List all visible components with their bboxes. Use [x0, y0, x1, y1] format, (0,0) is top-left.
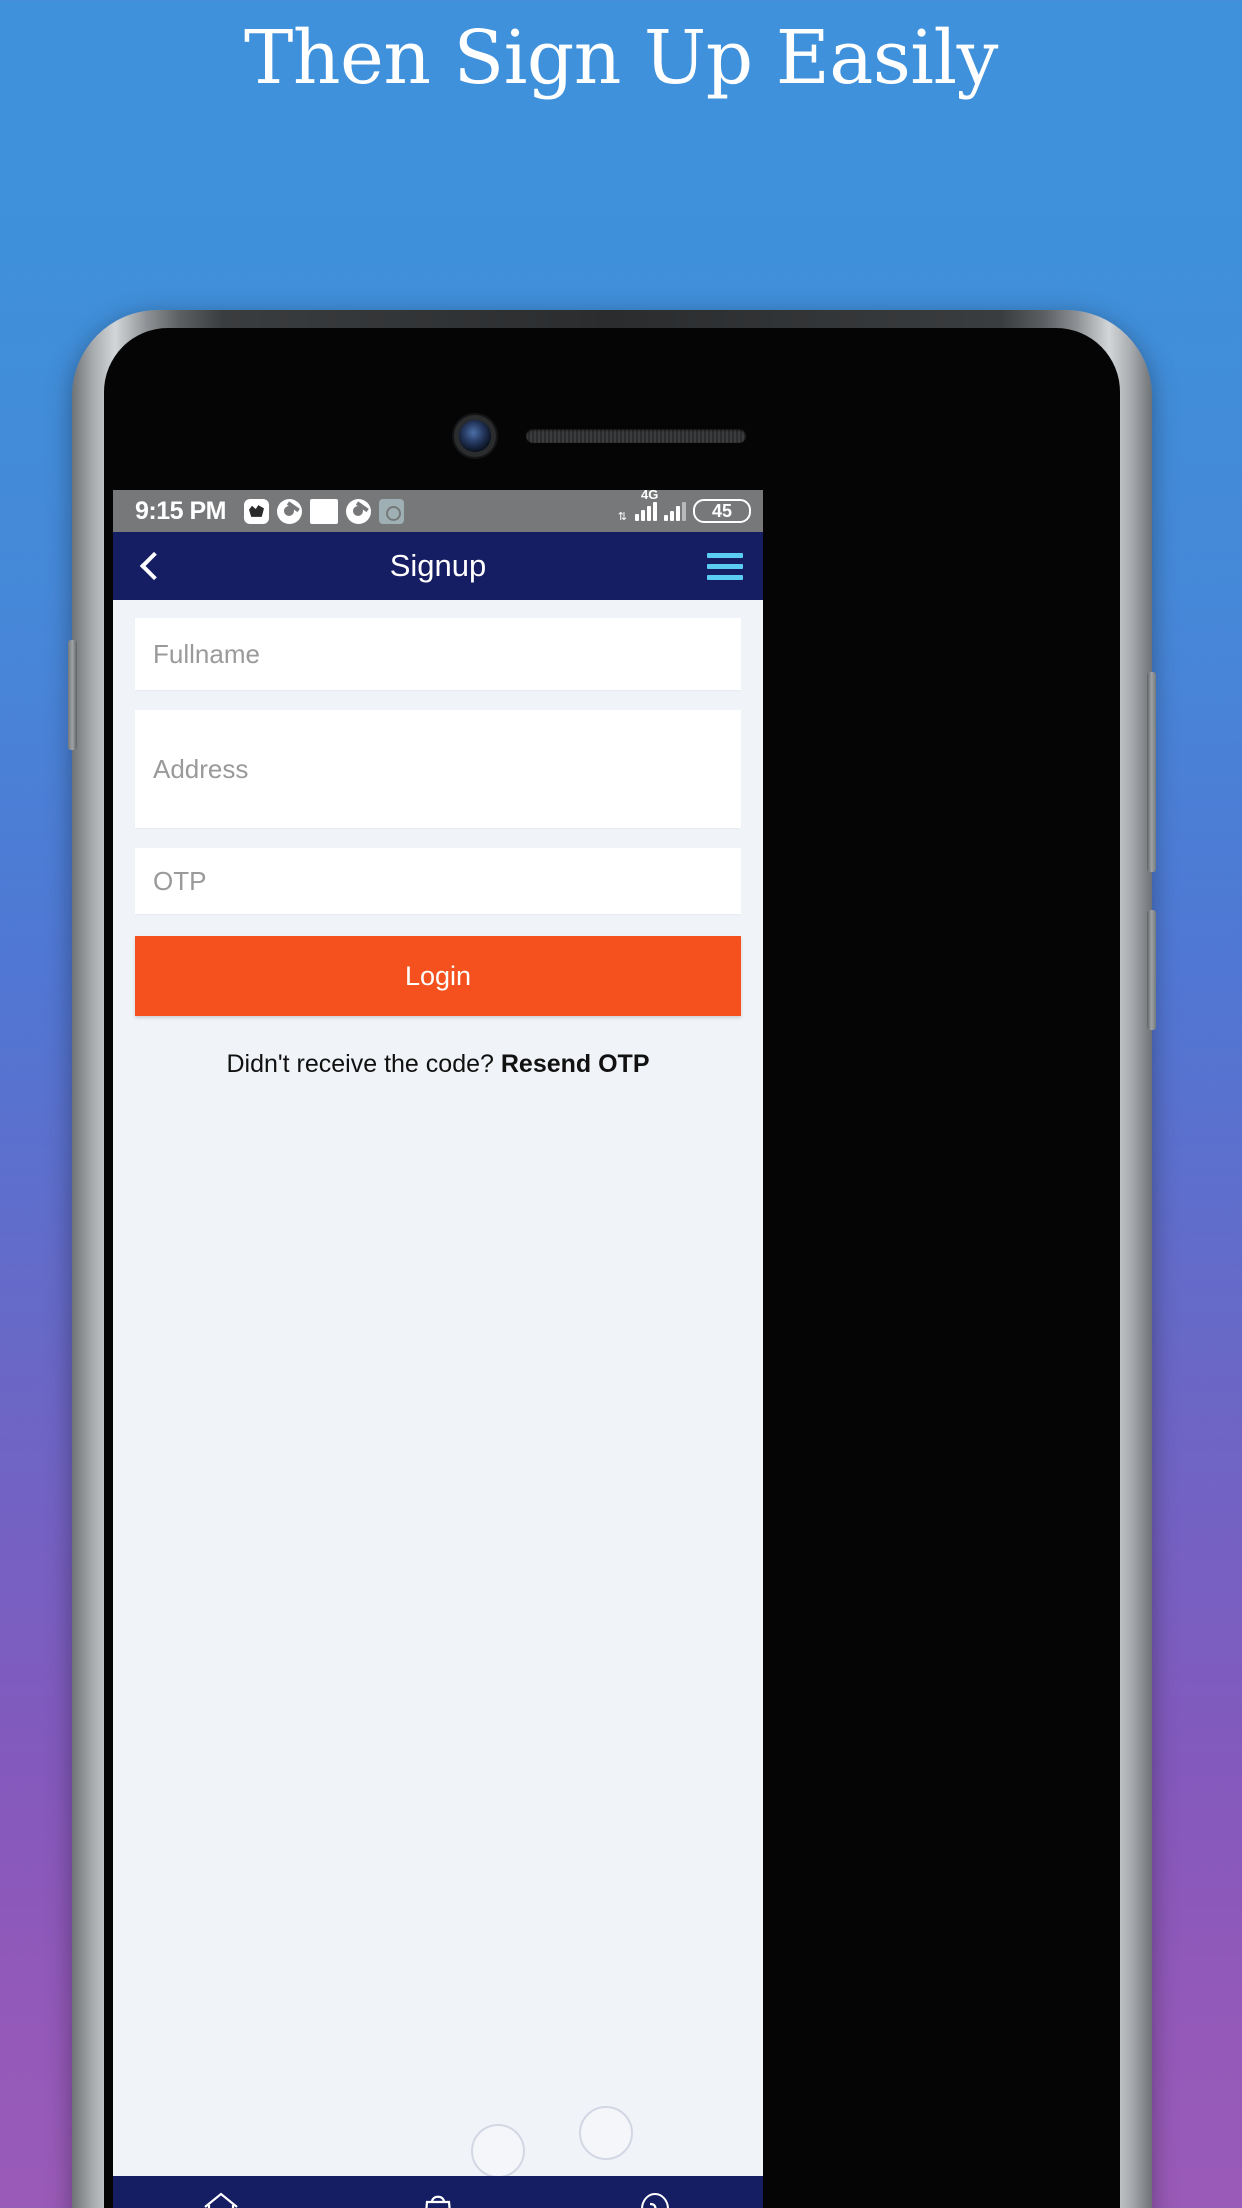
home-icon: [201, 2188, 241, 2208]
resend-prompt-text: Didn't receive the code?: [226, 1050, 501, 1078]
white-square-icon: [309, 498, 338, 524]
hamburger-line-1: [707, 552, 743, 558]
hamburger-menu-icon[interactable]: [707, 552, 743, 580]
resend-otp-row: Didn't receive the code? Resend OTP: [113, 1050, 763, 1079]
data-transfer-icon: ⇅: [617, 511, 627, 523]
page-title: Then Sign Up Easily: [244, 15, 998, 101]
shopping-bag-icon: [421, 2188, 455, 2208]
back-button-icon[interactable]: [133, 549, 167, 583]
side-button-left: [68, 640, 77, 750]
status-bar-left: 9:15 PM: [135, 497, 618, 526]
power-button: [1147, 672, 1156, 872]
nav-item-home[interactable]: Home: [113, 2188, 330, 2208]
floating-action-buttons: [113, 2104, 763, 2184]
screen-title: Signup: [389, 548, 487, 583]
signal-bars-sim2-icon: [664, 501, 686, 521]
chrome-icon: [276, 498, 302, 524]
volume-button: [1147, 910, 1156, 1030]
nav-item-total[interactable]: Tk 4727.00: [546, 2188, 763, 2208]
network-type-label: 4G: [641, 490, 659, 502]
earpiece-speaker: [526, 429, 746, 443]
app-header-bar: Signup: [113, 532, 763, 600]
address-field[interactable]: Address: [135, 710, 741, 828]
front-camera-icon: [459, 420, 491, 452]
hamburger-line-3: [707, 574, 743, 580]
signup-form: Fullname Address OTP Login Didn't receiv…: [113, 618, 763, 1079]
fullname-field[interactable]: Fullname: [135, 618, 741, 690]
phone-screen: 9:15 PM ⇅ 4G 45 Signup Fullname Address …: [113, 490, 763, 2208]
otp-placeholder: OTP: [153, 865, 207, 896]
app-notification-icon: [243, 498, 269, 524]
battery-indicator: 45: [693, 499, 751, 523]
address-placeholder: Address: [153, 753, 249, 784]
camera-notification-icon: [378, 498, 404, 524]
hamburger-line-2: [707, 563, 743, 569]
status-bar: 9:15 PM ⇅ 4G 45: [113, 490, 763, 532]
fullname-placeholder: Fullname: [153, 638, 260, 669]
otp-field[interactable]: OTP: [135, 848, 741, 914]
floating-circle-button-2[interactable]: [579, 2106, 633, 2160]
chrome-icon-2: [345, 498, 371, 524]
floating-circle-button-1[interactable]: [471, 2124, 525, 2178]
taka-currency-icon: [637, 2188, 673, 2208]
login-button[interactable]: Login: [135, 936, 741, 1016]
phone-mockup: 9:15 PM ⇅ 4G 45 Signup Fullname Address …: [68, 310, 1156, 2208]
bottom-navigation-bar: Home 10 Items: [113, 2176, 763, 2208]
status-time: 9:15 PM: [135, 496, 226, 525]
signal-bars-sim1-icon: 4G: [635, 490, 658, 521]
status-bar-right: ⇅ 4G 45: [617, 490, 751, 523]
resend-otp-link[interactable]: Resend OTP: [501, 1050, 650, 1078]
nav-item-items[interactable]: 10 Items: [330, 2188, 547, 2208]
